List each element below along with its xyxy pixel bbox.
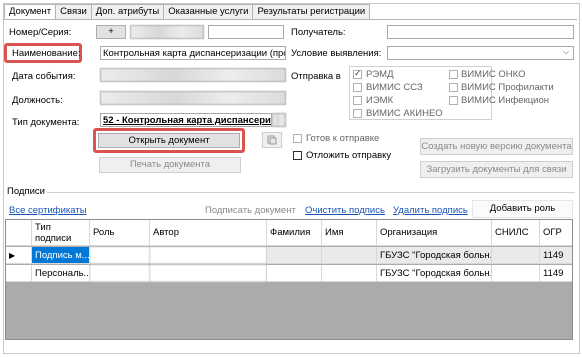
- postpone-send-label: Отложить отправку: [306, 150, 392, 161]
- col-role[interactable]: Роль: [90, 220, 150, 246]
- delete-signature-link[interactable]: Удалить подпись: [393, 205, 468, 216]
- cell-role[interactable]: [90, 265, 150, 282]
- number-series-label: Номер/Серия:: [9, 27, 72, 38]
- cell-snils[interactable]: [492, 247, 540, 264]
- iemk-label: ИЭМК: [366, 95, 394, 106]
- event-date-label: Дата события:: [12, 71, 76, 82]
- ready-to-send-label: Готов к отправке: [306, 133, 380, 144]
- vimis-prof-label: ВИМИС Профилакти: [461, 82, 554, 93]
- row-selector[interactable]: ▶: [6, 247, 32, 264]
- col-snils[interactable]: СНИЛС: [492, 220, 540, 246]
- cell-role[interactable]: [90, 247, 150, 264]
- clear-signature-link[interactable]: Очистить подпись: [305, 205, 385, 216]
- vimis-ssz-label: ВИМИС ССЗ: [366, 82, 423, 93]
- vimis-onko-checkbox[interactable]: [449, 70, 458, 79]
- vimis-prof-checkbox[interactable]: [449, 83, 458, 92]
- table-row[interactable]: ▶ Подпись м... ГБУЗС "Городская больн...…: [6, 247, 572, 264]
- tab-bar: Документ Связи Доп. атрибуты Оказанные у…: [4, 4, 371, 20]
- table-header: Тип подписи Роль Автор Фамилия Имя Орган…: [6, 220, 572, 246]
- remd-checkbox[interactable]: ✓: [353, 68, 362, 79]
- tab-registration-results[interactable]: Результаты регистрации: [252, 4, 371, 19]
- row-header-corner: [6, 220, 32, 246]
- cell-organization[interactable]: ГБУЗС "Городская больн...: [377, 265, 492, 282]
- col-organization[interactable]: Организация: [377, 220, 492, 246]
- cell-snils[interactable]: [492, 265, 540, 282]
- cell-first-name[interactable]: [322, 247, 377, 264]
- postpone-send-checkbox[interactable]: [293, 151, 302, 160]
- vimis-infection-label: ВИМИС Инфекцион: [461, 95, 550, 106]
- tab-document[interactable]: Документ: [4, 4, 57, 20]
- name-field[interactable]: Контрольная карта диспансеризации (профи…: [100, 46, 286, 60]
- current-row-arrow-icon: ▶: [9, 251, 16, 260]
- all-certificates-link[interactable]: Все сертификаты: [9, 205, 87, 216]
- number-field[interactable]: [208, 25, 284, 39]
- send-to-label: Отправка в: [291, 71, 341, 82]
- signatures-section-label: Подписи: [7, 186, 45, 197]
- vimis-akineo-label: ВИМИС АКИНЕО: [366, 108, 443, 119]
- create-new-version-button[interactable]: Создать новую версию документа: [420, 138, 573, 155]
- check-icon: ✓: [354, 68, 362, 78]
- ready-to-send-checkbox[interactable]: [293, 134, 302, 143]
- position-field[interactable]: [100, 91, 286, 105]
- col-last-name[interactable]: Фамилия: [267, 220, 322, 246]
- cell-organization[interactable]: ГБУЗС "Городская больн...: [377, 247, 492, 264]
- cell-ogrn[interactable]: 1149: [540, 265, 572, 282]
- add-role-button[interactable]: Добавить роль: [472, 200, 573, 218]
- table-row[interactable]: Персональ... ГБУЗС "Городская больн... 1…: [6, 265, 572, 282]
- cell-last-name[interactable]: [267, 265, 322, 282]
- col-signature-type[interactable]: Тип подписи: [32, 220, 90, 246]
- vimis-ssz-checkbox[interactable]: [353, 83, 362, 92]
- cell-ogrn[interactable]: 1149: [540, 247, 572, 264]
- cell-signature-type[interactable]: Персональ...: [32, 265, 90, 282]
- copy-icon-button[interactable]: [262, 132, 282, 148]
- tab-services[interactable]: Оказанные услуги: [163, 4, 254, 19]
- print-document-button[interactable]: Печать документа: [99, 157, 241, 173]
- tab-links[interactable]: Связи: [55, 4, 92, 19]
- load-documents-button[interactable]: Загрузить документы для связи: [420, 161, 573, 178]
- position-label: Должность:: [12, 95, 63, 106]
- recipient-label: Получатель:: [291, 27, 346, 38]
- tab-divider: [4, 19, 577, 20]
- chevron-down-icon[interactable]: ⌵: [563, 47, 569, 57]
- detection-condition-select[interactable]: [387, 46, 574, 60]
- remd-label: РЭМД: [366, 69, 394, 80]
- iemk-checkbox[interactable]: [353, 96, 362, 105]
- series-field[interactable]: [130, 25, 204, 39]
- doc-type-label: Тип документа:: [12, 117, 80, 128]
- vimis-infection-checkbox[interactable]: [449, 96, 458, 105]
- col-ogrn[interactable]: ОГР: [540, 220, 572, 246]
- copy-icon: [267, 135, 277, 145]
- name-label: Наименование:: [12, 48, 81, 59]
- signatures-table: Тип подписи Роль Автор Фамилия Имя Орган…: [5, 219, 573, 340]
- vimis-akineo-checkbox[interactable]: [353, 109, 362, 118]
- row-selector[interactable]: [6, 265, 32, 282]
- cell-first-name[interactable]: [322, 265, 377, 282]
- cell-signature-type[interactable]: Подпись м...: [32, 247, 90, 264]
- plus-button[interactable]: +: [96, 25, 126, 39]
- col-author[interactable]: Автор: [150, 220, 267, 246]
- cell-author[interactable]: [150, 265, 267, 282]
- signatures-divider: [47, 192, 575, 193]
- col-first-name[interactable]: Имя: [322, 220, 377, 246]
- event-date-field[interactable]: [100, 68, 286, 82]
- vimis-onko-label: ВИМИС ОНКО: [461, 69, 526, 80]
- cell-last-name[interactable]: [267, 247, 322, 264]
- doc-type-dropdown[interactable]: [272, 113, 286, 127]
- recipient-field[interactable]: [387, 25, 574, 39]
- open-document-button[interactable]: Открыть документ: [98, 133, 240, 148]
- cell-author[interactable]: [150, 247, 267, 264]
- sign-document-link[interactable]: Подписать документ: [205, 205, 296, 216]
- detection-condition-label: Условие выявления:: [291, 48, 382, 59]
- tab-extra-attributes[interactable]: Доп. атрибуты: [90, 4, 165, 19]
- doc-type-field[interactable]: 52 - Контрольная карта диспансеризац: [100, 113, 272, 127]
